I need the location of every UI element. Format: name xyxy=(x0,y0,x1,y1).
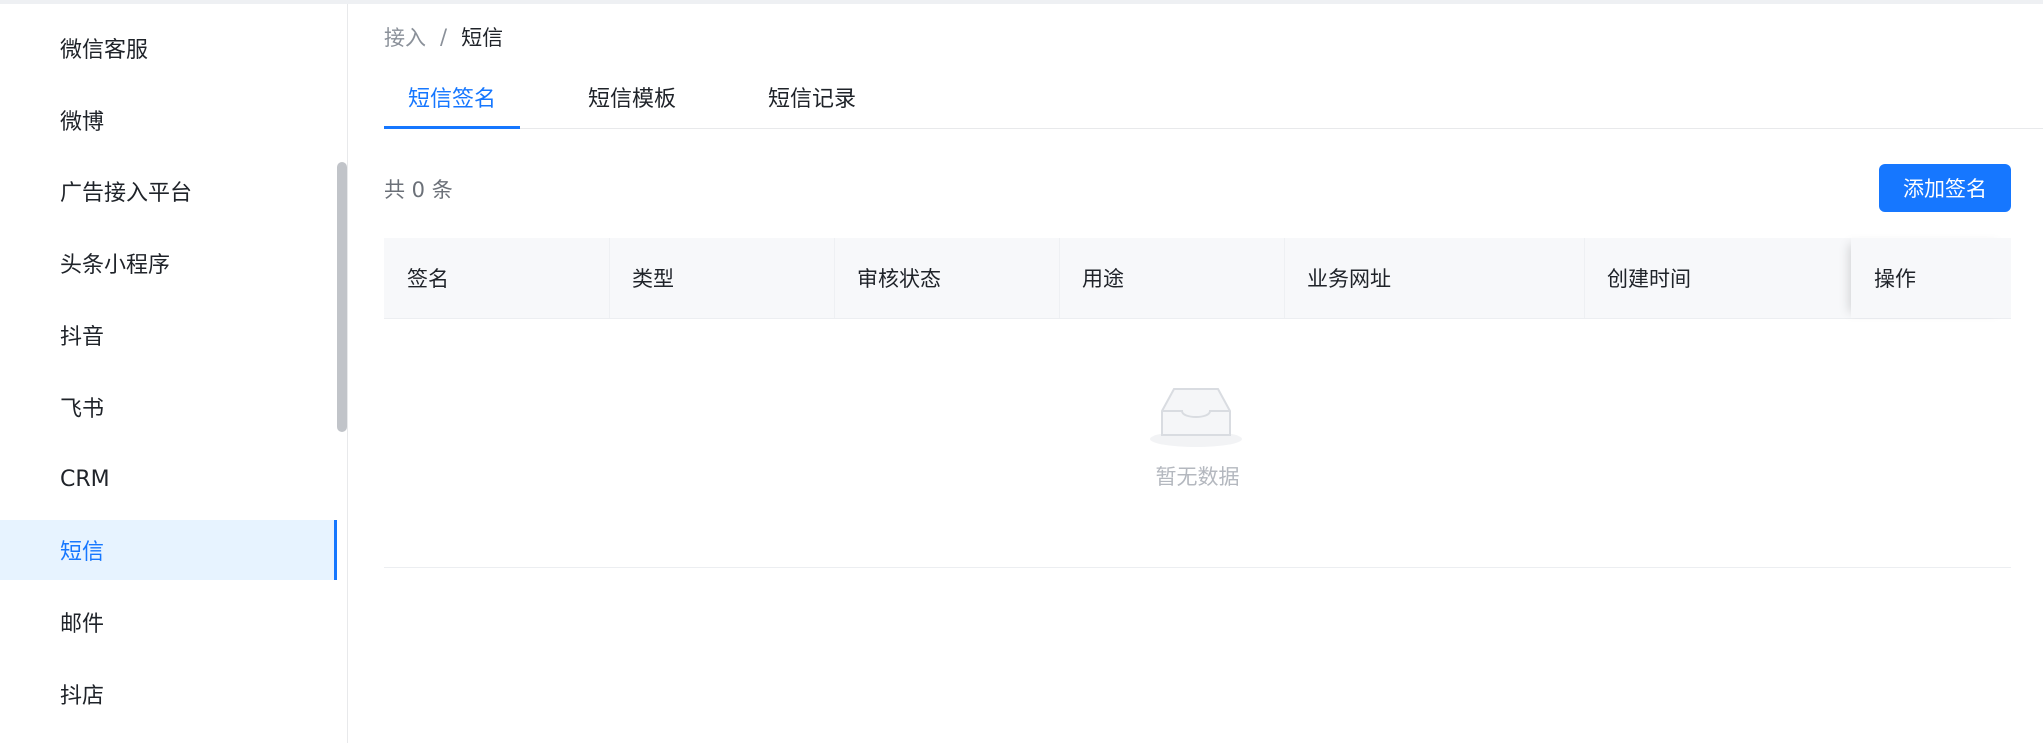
sidebar-item-label: 头条小程序 xyxy=(60,253,171,278)
tab-label: 短信记录 xyxy=(768,87,857,112)
column-header-created-time: 创建时间 xyxy=(1584,238,1851,318)
sidebar-item-label: 邮件 xyxy=(60,612,105,637)
column-header-business-url: 业务网址 xyxy=(1284,238,1584,318)
sidebar-item-label: CRM xyxy=(60,466,110,492)
sidebar-item-ad-platform[interactable]: 广告接入平台 xyxy=(0,161,337,221)
sidebar-item-feishu[interactable]: 飞书 xyxy=(0,377,337,437)
breadcrumb: 接入 / 短信 xyxy=(384,22,503,52)
add-signature-button[interactable]: 添加签名 xyxy=(1879,164,2011,212)
sidebar-item-doudian[interactable]: 抖店 xyxy=(0,664,337,724)
tab-bar: 短信签名 短信模板 短信记录 xyxy=(383,66,2043,129)
tab-label: 短信模板 xyxy=(588,87,677,112)
breadcrumb-current: 短信 xyxy=(461,26,504,50)
sidebar-item-weibo[interactable]: 微博 xyxy=(0,90,337,150)
sidebar-item-label: 广告接入平台 xyxy=(60,181,193,206)
sidebar-item-douyin[interactable]: 抖音 xyxy=(0,305,337,365)
sidebar-item-sms[interactable]: 短信 xyxy=(0,520,337,580)
tab-sms-signature[interactable]: 短信签名 xyxy=(383,66,521,129)
sidebar-item-label: 微博 xyxy=(60,110,105,135)
column-header-type: 类型 xyxy=(609,238,834,318)
sidebar-item-label: 抖音 xyxy=(60,325,105,350)
sidebar-item-label: 抖店 xyxy=(60,684,105,709)
sidebar-nav: 微信客服 微博 广告接入平台 头条小程序 抖音 飞书 CRM 短信 邮件 抖店 xyxy=(0,4,348,743)
tab-sms-records[interactable]: 短信记录 xyxy=(768,66,856,128)
empty-inbox-icon xyxy=(1150,388,1242,447)
sidebar-item-label: 短信 xyxy=(60,540,105,565)
signature-table: 签名 类型 审核状态 用途 业务网址 创建时间 操作 暂无数据 xyxy=(384,238,2011,568)
sidebar-item-toutiao-miniapp[interactable]: 头条小程序 xyxy=(0,233,337,293)
column-header-review-status: 审核状态 xyxy=(834,238,1059,318)
tab-sms-template[interactable]: 短信模板 xyxy=(588,66,676,128)
sidebar-scrollbar[interactable] xyxy=(337,162,347,432)
main-content: 接入 / 短信 短信签名 短信模板 短信记录 共 0 条 添加签名 签名 类型 … xyxy=(348,4,2043,743)
table-header: 签名 类型 审核状态 用途 业务网址 创建时间 操作 xyxy=(384,238,2011,319)
tab-label: 短信签名 xyxy=(408,87,497,112)
sidebar-item-email[interactable]: 邮件 xyxy=(0,592,337,652)
column-header-purpose: 用途 xyxy=(1059,238,1284,318)
column-header-signature: 签名 xyxy=(407,267,449,291)
sidebar-item-label: 微信客服 xyxy=(60,38,149,63)
breadcrumb-separator: / xyxy=(440,25,448,49)
record-count: 共 0 条 xyxy=(384,178,453,202)
sidebar-item-crm[interactable]: CRM xyxy=(0,449,337,509)
sidebar-item-label: 飞书 xyxy=(60,397,105,422)
sidebar-item-wechat-service[interactable]: 微信客服 xyxy=(0,18,337,78)
column-header-actions: 操作 xyxy=(1851,238,2011,318)
empty-text: 暂无数据 xyxy=(1155,465,1240,489)
table-empty-state: 暂无数据 xyxy=(384,319,2011,568)
breadcrumb-parent[interactable]: 接入 xyxy=(384,22,426,52)
